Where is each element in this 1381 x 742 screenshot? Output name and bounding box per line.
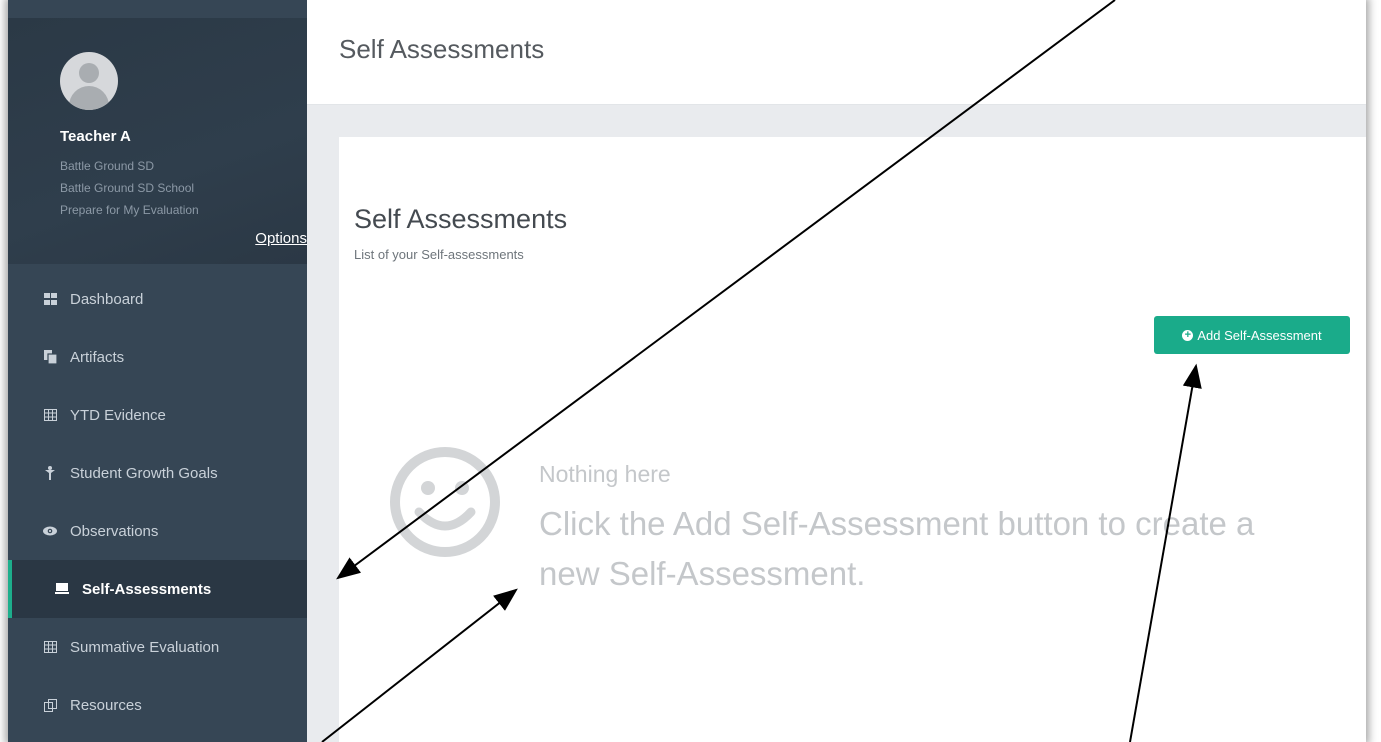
empty-state-heading: Nothing here — [539, 461, 671, 487]
sidebar-item-label: Self-Assessments — [82, 580, 212, 598]
sidebar-item-summative-evaluation[interactable]: Summative Evaluation — [8, 618, 307, 676]
sidebar: Teacher A Battle Ground SD Battle Ground… — [8, 0, 307, 742]
sidebar-item-label: Summative Evaluation — [70, 638, 220, 656]
table-icon — [42, 641, 58, 653]
sidebar-item-artifacts[interactable]: Artifacts — [8, 328, 307, 386]
empty-state-message: Click the Add Self-Assessment button to … — [539, 505, 1255, 592]
add-button-label: Add Self-Assessment — [1197, 327, 1322, 343]
sidebar-item-resources[interactable]: Resources — [8, 676, 307, 734]
dashboard-icon — [42, 293, 58, 305]
profile-district: Battle Ground SD — [60, 159, 155, 173]
profile-school: Battle Ground SD School — [60, 181, 195, 195]
content-panel: Self Assessments List of your Self-asses… — [339, 137, 1366, 742]
app-window: Teacher A Battle Ground SD Battle Ground… — [8, 0, 1366, 742]
avatar-head-shape — [79, 63, 99, 83]
sidebar-item-label: Student Growth Goals — [70, 464, 218, 482]
sidebar-item-dashboard[interactable]: Dashboard — [8, 270, 307, 328]
growth-icon — [42, 466, 58, 480]
plus-circle-icon: + — [1182, 329, 1194, 341]
add-self-assessment-button[interactable]: + Add Self-Assessment — [1154, 316, 1350, 354]
page-title: Self Assessments — [339, 34, 545, 64]
top-bar: Self Assessments — [307, 0, 1366, 105]
sidebar-item-ytd-evidence[interactable]: YTD Evidence — [8, 386, 307, 444]
smiley-icon — [387, 444, 503, 560]
artifacts-icon — [42, 350, 58, 364]
section-title: Self Assessments — [354, 204, 568, 234]
avatar-body-shape — [69, 86, 109, 110]
sidebar-item-label: Dashboard — [70, 290, 144, 308]
table-icon — [42, 409, 58, 421]
sidebar-nav: Dashboard Artifacts YTD Evidence Student… — [8, 270, 307, 734]
sidebar-item-student-growth-goals[interactable]: Student Growth Goals — [8, 444, 307, 502]
profile-name: Teacher A — [60, 128, 131, 145]
options-link[interactable]: Options — [255, 230, 307, 247]
profile-role: Prepare for My Evaluation — [60, 203, 199, 217]
section-subtitle: List of your Self-assessments — [354, 247, 524, 262]
eye-icon — [42, 526, 58, 536]
sidebar-item-label: Observations — [70, 522, 159, 540]
sidebar-item-self-assessments[interactable]: Self-Assessments — [8, 560, 307, 618]
sidebar-item-label: YTD Evidence — [70, 406, 166, 424]
sidebar-item-label: Artifacts — [70, 348, 125, 366]
avatar — [60, 52, 118, 110]
sidebar-item-observations[interactable]: Observations — [8, 502, 307, 560]
self-assessment-icon — [54, 583, 70, 595]
resources-icon — [42, 698, 58, 712]
sidebar-item-label: Resources — [70, 696, 142, 714]
profile-panel: Teacher A Battle Ground SD Battle Ground… — [8, 18, 307, 264]
